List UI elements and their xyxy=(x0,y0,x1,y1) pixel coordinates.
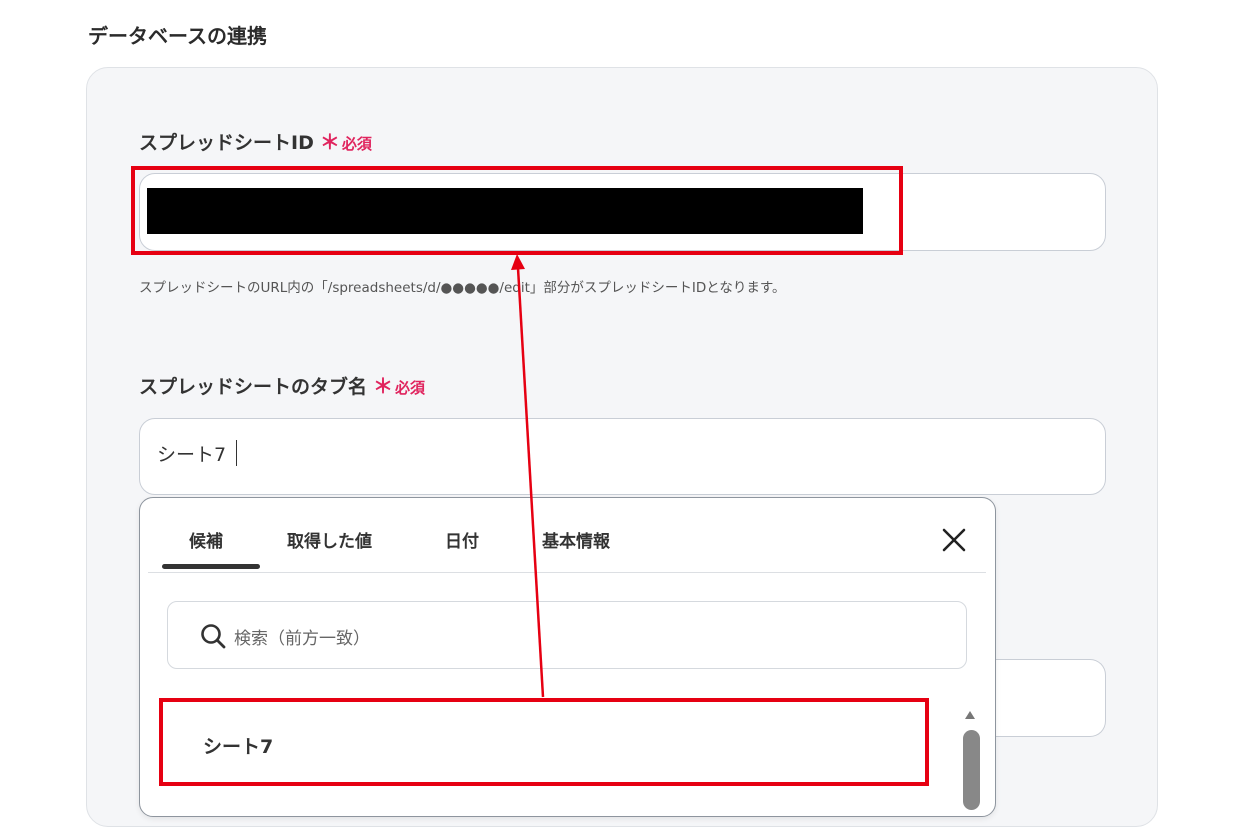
annotation-highlight-id-input xyxy=(131,166,903,255)
tabs-divider xyxy=(148,572,986,573)
next-field-input[interactable] xyxy=(990,659,1106,737)
close-icon[interactable] xyxy=(940,526,968,554)
active-tab-indicator xyxy=(162,564,260,569)
spreadsheet-id-label: スプレッドシートID ＊必須 xyxy=(139,126,372,155)
spreadsheet-id-label-text: スプレッドシートID xyxy=(139,132,314,154)
required-mark: ＊ xyxy=(373,374,394,398)
tab-name-input[interactable] xyxy=(139,418,1106,495)
tab-name-input-value: シート7 xyxy=(157,444,227,466)
search-icon xyxy=(201,624,226,649)
text-caret xyxy=(236,440,237,466)
required-text: 必須 xyxy=(341,135,372,153)
scrollbar-thumb[interactable] xyxy=(963,730,980,810)
required-mark: ＊ xyxy=(319,130,340,154)
annotation-highlight-suggestion xyxy=(159,698,929,786)
tab-basic-info[interactable]: 基本情報 xyxy=(542,527,610,552)
search-placeholder: 検索（前方一致） xyxy=(234,629,370,649)
tab-name-label: スプレッドシートのタブ名＊必須 xyxy=(139,370,425,399)
tab-fetched-values[interactable]: 取得した値 xyxy=(287,527,372,552)
spreadsheet-id-hint: スプレッドシートのURL内の「/spreadsheets/d/●●●●●/edi… xyxy=(139,280,786,296)
section-title: データベースの連携 xyxy=(88,24,267,48)
scroll-up-icon[interactable] xyxy=(963,709,977,721)
required-text: 必須 xyxy=(395,379,426,397)
tab-date[interactable]: 日付 xyxy=(445,527,479,552)
tab-candidates[interactable]: 候補 xyxy=(189,527,223,552)
tab-name-label-text: スプレッドシートのタブ名 xyxy=(139,376,368,398)
